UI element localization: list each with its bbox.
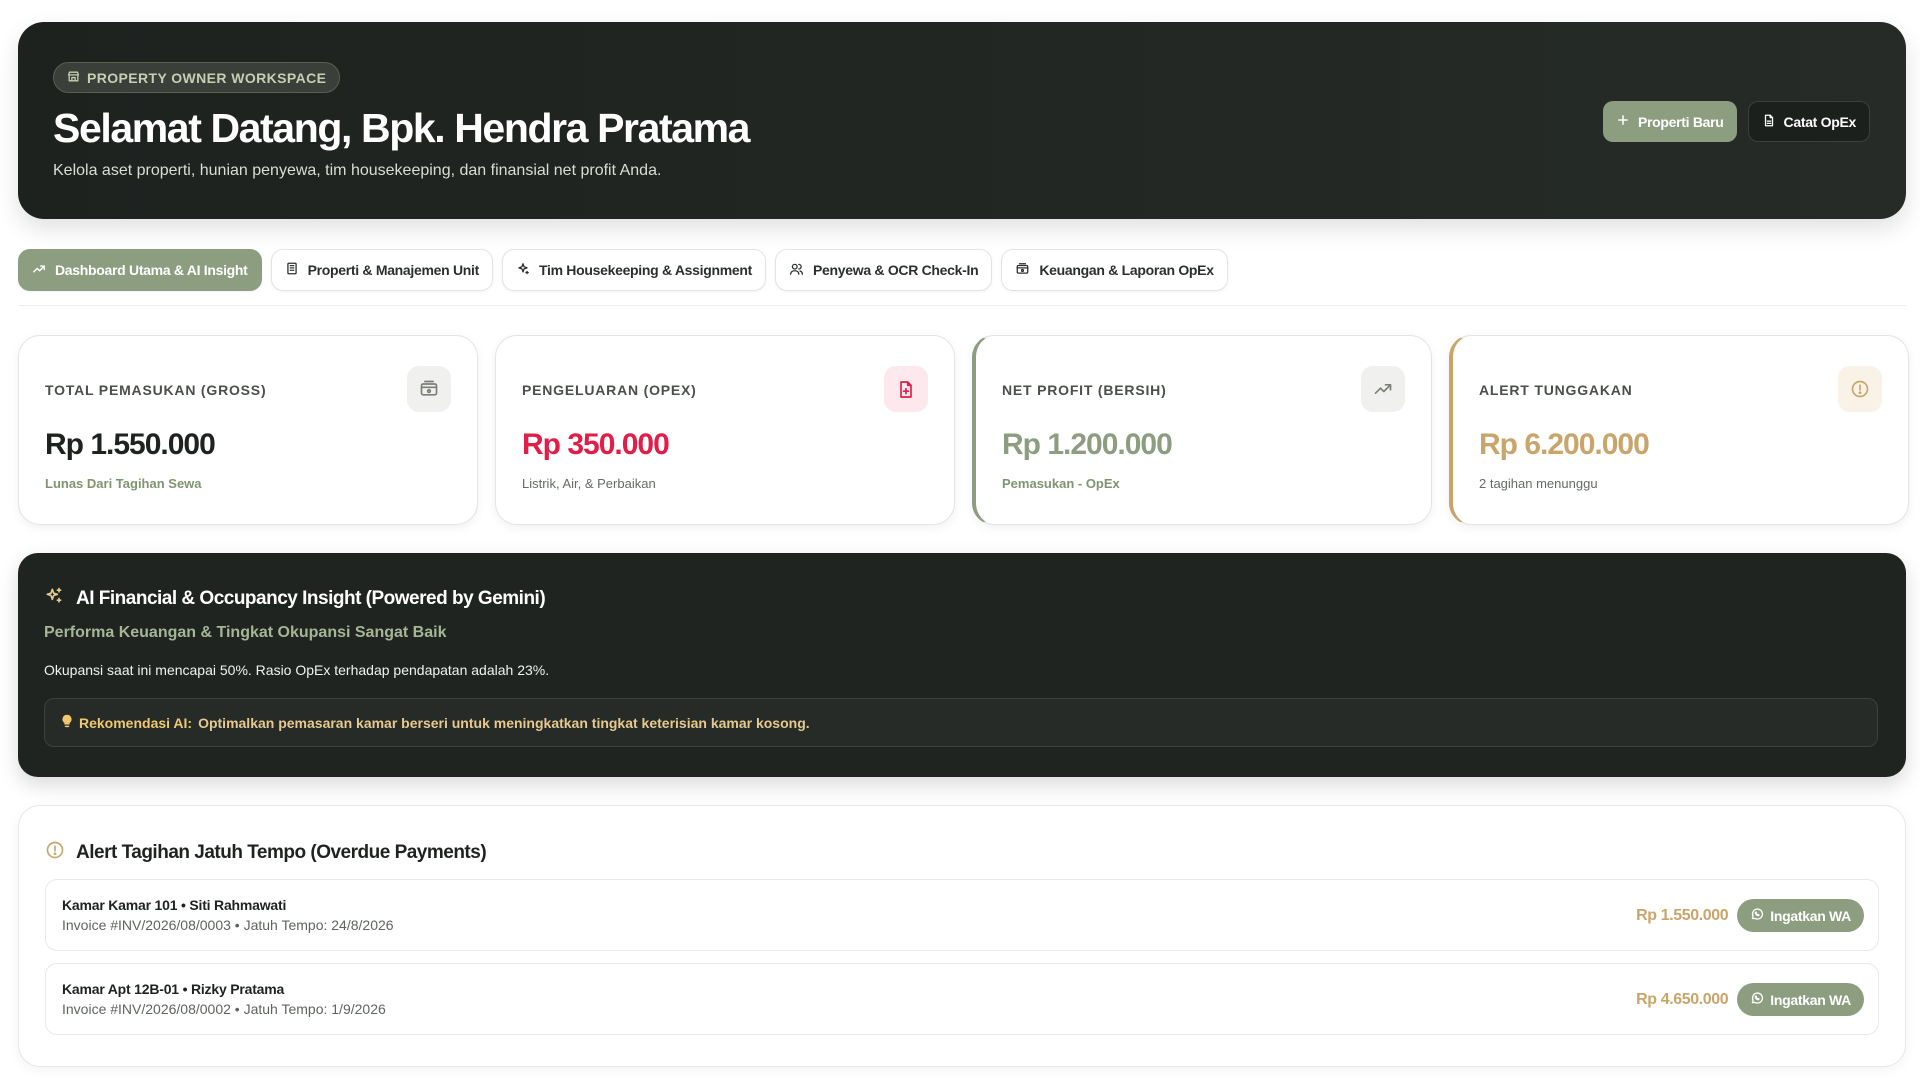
lightbulb-icon [61,714,73,732]
new-property-button[interactable]: Properti Baru [1602,101,1737,142]
tab-finance[interactable]: Keuangan & Laporan OpEx [1001,249,1228,291]
trending-up-icon [1361,366,1405,412]
remind-whatsapp-label: Ingatkan WA [1770,991,1851,1008]
overdue-payments-panel: Alert Tagihan Jatuh Tempo (Overdue Payme… [18,805,1906,1067]
kpi-card-opex: PENGELUARAN (OPEX) Rp 350.000 Listrik, A… [495,335,955,525]
tabs-divider [18,305,1906,306]
kpi-label: TOTAL PEMASUKAN (GROSS) [45,382,267,398]
store-icon [67,70,80,86]
welcome-banner: PROPERTY OWNER WORKSPACE Selamat Datang,… [18,22,1906,219]
kpi-note: Listrik, Air, & Perbaikan [522,476,656,491]
remind-whatsapp-label: Ingatkan WA [1770,907,1851,924]
kpi-label: NET PROFIT (BERSIH) [1002,382,1167,398]
tab-tenants[interactable]: Penyewa & OCR Check-In [775,249,993,291]
building-icon [285,261,299,279]
kpi-value: Rp 1.550.000 [45,428,216,461]
tab-label: Properti & Manajemen Unit [307,262,480,278]
tab-housekeeping[interactable]: Tim Housekeeping & Assignment [501,249,766,291]
overdue-row-meta: Invoice #INV/2026/08/0002 • Jatuh Tempo:… [62,1001,386,1017]
users-icon [789,262,804,279]
workspace-badge-label: PROPERTY OWNER WORKSPACE [87,69,327,86]
ai-recommendation-text: Optimalkan pemasaran kamar berseri untuk… [198,714,810,731]
tab-label: Dashboard Utama & AI Insight [55,262,248,278]
remind-whatsapp-button[interactable]: Ingatkan WA [1737,983,1864,1016]
kpi-card-arrears-alert: ALERT TUNGGAKAN Rp 6.200.000 2 tagihan m… [1449,335,1909,525]
file-icon [1762,113,1776,131]
page-title: Selamat Datang, Bpk. Hendra Pratama [53,105,750,151]
whatsapp-icon [1750,907,1764,924]
plus-icon [1616,113,1630,130]
kpi-cards: TOTAL PEMASUKAN (GROSS) Rp 1.550.000 Lun… [18,335,1909,525]
sparkles-icon [44,586,64,612]
ai-insight-text: Okupansi saat ini mencapai 50%. Rasio Op… [44,662,550,678]
ai-insight-panel: AI Financial & Occupancy Insight (Powere… [18,553,1906,777]
whatsapp-icon [1750,991,1764,1008]
remind-whatsapp-button[interactable]: Ingatkan WA [1737,899,1864,932]
overdue-row-name: Kamar Kamar 101 • Siti Rahmawati [62,897,287,913]
tab-label: Keuangan & Laporan OpEx [1039,262,1214,278]
file-plus-icon [884,366,928,412]
tab-label: Tim Housekeeping & Assignment [538,262,752,278]
overdue-row-meta: Invoice #INV/2026/08/0003 • Jatuh Tempo:… [62,917,394,933]
overdue-row-amount: Rp 1.550.000 [1636,906,1729,924]
overdue-title: Alert Tagihan Jatuh Tempo (Overdue Payme… [76,842,487,863]
tab-dashboard[interactable]: Dashboard Utama & AI Insight [18,249,262,291]
overdue-row-name: Kamar Apt 12B-01 • Rizky Pratama [62,981,285,997]
trending-up-icon [32,262,46,279]
ai-insight-title: AI Financial & Occupancy Insight (Powere… [76,588,546,609]
kpi-card-net-profit: NET PROFIT (BERSIH) Rp 1.200.000 Pemasuk… [972,335,1432,525]
ai-insight-subtitle: Performa Keuangan & Tingkat Okupansi San… [44,624,447,641]
alert-circle-icon [1838,366,1882,412]
wallet-icon [407,366,451,412]
kpi-label: ALERT TUNGGAKAN [1479,382,1633,398]
new-property-label: Properti Baru [1637,113,1724,130]
tab-label: Penyewa & OCR Check-In [813,262,979,278]
overdue-row-amount: Rp 4.650.000 [1636,990,1729,1008]
alert-circle-icon [45,840,65,866]
main-tabs: Dashboard Utama & AI Insight Properti & … [18,249,1228,291]
record-opex-button[interactable]: Catat OpEx [1747,101,1870,142]
page-subtitle: Kelola aset properti, hunian penyewa, ti… [53,162,662,179]
kpi-label: PENGELUARAN (OPEX) [522,382,697,398]
workspace-badge: PROPERTY OWNER WORKSPACE [53,62,341,93]
kpi-value: Rp 6.200.000 [1479,428,1650,461]
record-opex-label: Catat OpEx [1783,113,1857,130]
kpi-value: Rp 1.200.000 [1002,428,1173,461]
kpi-note: Lunas Dari Tagihan Sewa [45,476,202,491]
overdue-row: Kamar Apt 12B-01 • Rizky Pratama Invoice… [45,963,1879,1035]
wallet-icon [1015,262,1030,279]
kpi-note: Pemasukan - OpEx [1002,476,1120,491]
ai-recommendation: Rekomendasi AI: Optimalkan pemasaran kam… [44,698,1878,747]
kpi-note: 2 tagihan menunggu [1479,476,1598,491]
kpi-value: Rp 350.000 [522,428,670,461]
overdue-row: Kamar Kamar 101 • Siti Rahmawati Invoice… [45,879,1879,951]
kpi-card-gross-income: TOTAL PEMASUKAN (GROSS) Rp 1.550.000 Lun… [18,335,478,525]
tab-properties[interactable]: Properti & Manajemen Unit [270,249,493,291]
ai-recommendation-label: Rekomendasi AI: [79,714,193,731]
sparkles-icon [516,262,530,279]
